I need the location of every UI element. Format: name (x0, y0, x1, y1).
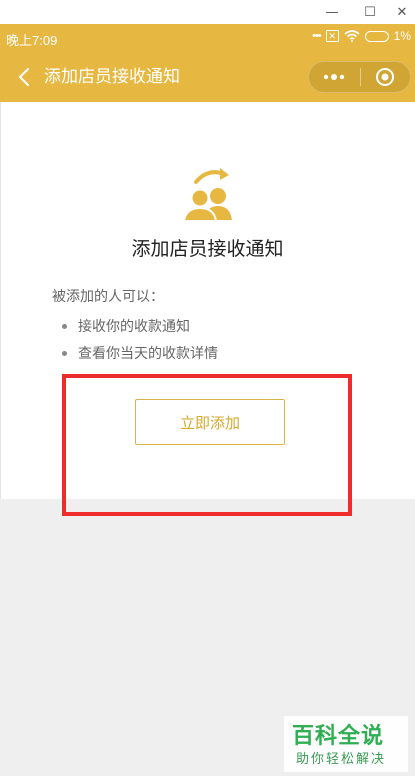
battery-percent: 1% (393, 29, 411, 43)
back-button[interactable] (12, 64, 36, 90)
bullet-icon (62, 350, 67, 356)
permission-intro: 被添加的人可以： (52, 289, 164, 305)
wifi-icon (344, 30, 360, 42)
add-now-button[interactable]: 立即添加 (135, 399, 285, 445)
no-sim-icon: ✕ (325, 30, 339, 42)
battery-icon (364, 30, 389, 42)
watermark-logo: 百科全说 助你轻松解决 (284, 716, 408, 772)
window-minimize-button[interactable]: — (322, 2, 342, 22)
nav-bar: 添加店员接收通知 (0, 52, 415, 102)
status-time: 晚上7:09 (6, 33, 58, 48)
window-maximize-button[interactable]: ☐ (360, 2, 380, 22)
watermark-brand: 百科全说 (292, 724, 385, 749)
permission-item-text: 接收你的收款通知 (78, 319, 190, 335)
permission-item: 接收你的收款通知 (62, 316, 190, 336)
close-mini-program-button[interactable] (360, 62, 410, 92)
status-icons: ••• ✕ 1% (312, 29, 411, 43)
target-circle-icon (376, 68, 395, 86)
status-bar: 晚上7:09 ••• ✕ 1% (0, 24, 415, 52)
mini-program-capsule (308, 61, 411, 93)
signal-icon: ••• (312, 30, 322, 42)
chevron-left-icon (19, 68, 29, 86)
page-title: 添加店员接收通知 (131, 238, 284, 260)
more-dots-icon (324, 74, 345, 80)
window-close-button[interactable]: ✕ (392, 2, 412, 22)
permission-item: 查看你当天的收款详情 (62, 343, 218, 363)
window-title-bar: — ☐ ✕ (0, 0, 415, 24)
permission-item-text: 查看你当天的收款详情 (78, 346, 218, 362)
nav-title: 添加店员接收通知 (44, 67, 180, 87)
watermark-slogan: 助你轻松解决 (296, 752, 387, 767)
staff-users-icon (182, 168, 232, 222)
more-button[interactable] (309, 62, 360, 92)
bullet-icon (62, 323, 67, 329)
